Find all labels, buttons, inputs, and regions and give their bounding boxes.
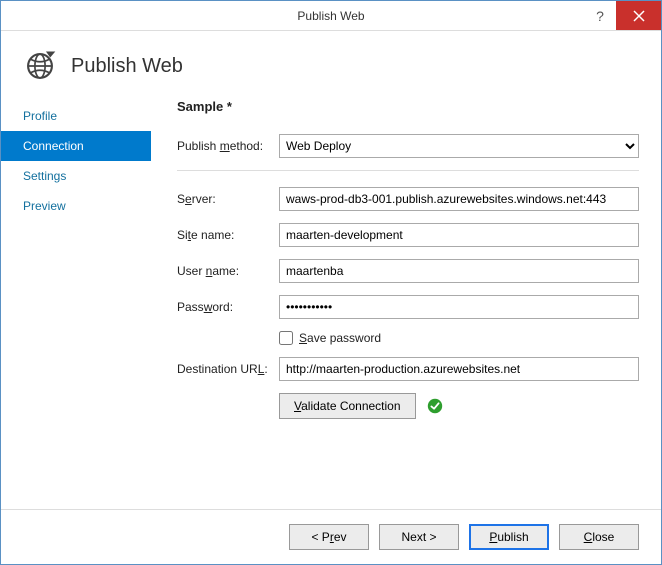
- globe-publish-icon: [23, 49, 57, 83]
- dialog-footer: < Prev Next > Publish Close: [1, 509, 661, 564]
- window-title: Publish Web: [1, 9, 661, 23]
- site-name-label: Site name:: [177, 228, 279, 242]
- sidebar-item-connection[interactable]: Connection: [1, 131, 151, 161]
- site-name-input[interactable]: [279, 223, 639, 247]
- dialog-title: Publish Web: [71, 55, 183, 78]
- sidebar-item-profile[interactable]: Profile: [1, 101, 151, 131]
- user-name-input[interactable]: [279, 259, 639, 283]
- divider: [177, 170, 639, 171]
- titlebar: Publish Web ?: [1, 1, 661, 31]
- close-button[interactable]: Close: [559, 524, 639, 550]
- validate-connection-button[interactable]: Validate Connection: [279, 393, 416, 419]
- server-label: Server:: [177, 192, 279, 206]
- sidebar-item-settings[interactable]: Settings: [1, 161, 151, 191]
- user-name-label: User name:: [177, 264, 279, 278]
- destination-url-input[interactable]: [279, 357, 639, 381]
- publish-button[interactable]: Publish: [469, 524, 549, 550]
- next-button[interactable]: Next >: [379, 524, 459, 550]
- save-password-checkbox[interactable]: [279, 331, 293, 345]
- destination-url-label: Destination URL:: [177, 362, 279, 376]
- wizard-main: Sample * Publish method: Web Deploy Serv…: [151, 95, 639, 499]
- password-input[interactable]: [279, 295, 639, 319]
- publish-method-select[interactable]: Web Deploy: [279, 134, 639, 158]
- server-input[interactable]: [279, 187, 639, 211]
- dialog-body: Profile Connection Settings Preview Samp…: [1, 93, 661, 509]
- sidebar-item-preview[interactable]: Preview: [1, 191, 151, 221]
- password-label: Password:: [177, 300, 279, 314]
- profile-name-heading: Sample *: [177, 99, 639, 114]
- dialog-header: Publish Web: [1, 31, 661, 93]
- publish-method-label: Publish method:: [177, 139, 279, 153]
- success-check-icon: [426, 397, 444, 415]
- wizard-sidebar: Profile Connection Settings Preview: [1, 95, 151, 499]
- save-password-label[interactable]: Save password: [299, 331, 381, 345]
- prev-button[interactable]: < Prev: [289, 524, 369, 550]
